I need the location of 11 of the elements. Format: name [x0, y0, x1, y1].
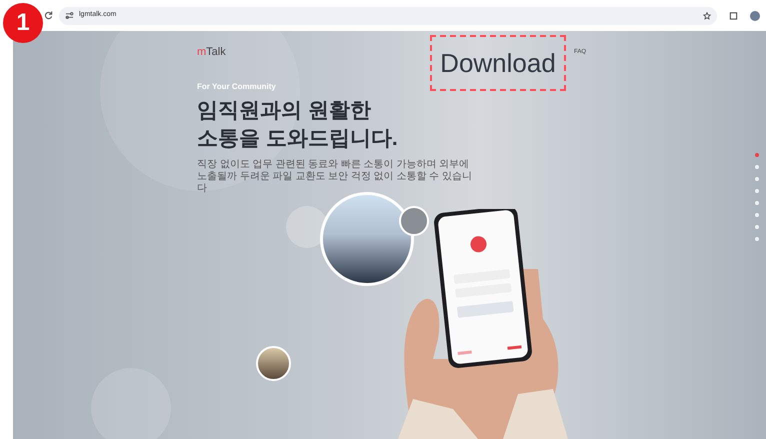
profile-avatar[interactable]: [750, 10, 760, 20]
bookmark-star-icon[interactable]: [703, 12, 711, 20]
reload-icon[interactable]: [44, 11, 53, 20]
extensions-icon[interactable]: [729, 11, 738, 20]
headline-text: 소통을 도와드립니다.: [197, 126, 399, 152]
headline-text: 임직원과의 원활한: [197, 98, 372, 124]
description-text: 직장 없이도 업무 관련된 동료와 빠른 소통이 가능하며 외부에 노출될까 두려운 파일 교환도 보안 걱정 없이 소통할 수 있습니다: [197, 159, 474, 195]
people-photo: [256, 346, 291, 381]
site-info-icon[interactable]: [65, 12, 74, 20]
office-photo: [399, 206, 429, 236]
tagline: For Your Community: [197, 81, 277, 93]
